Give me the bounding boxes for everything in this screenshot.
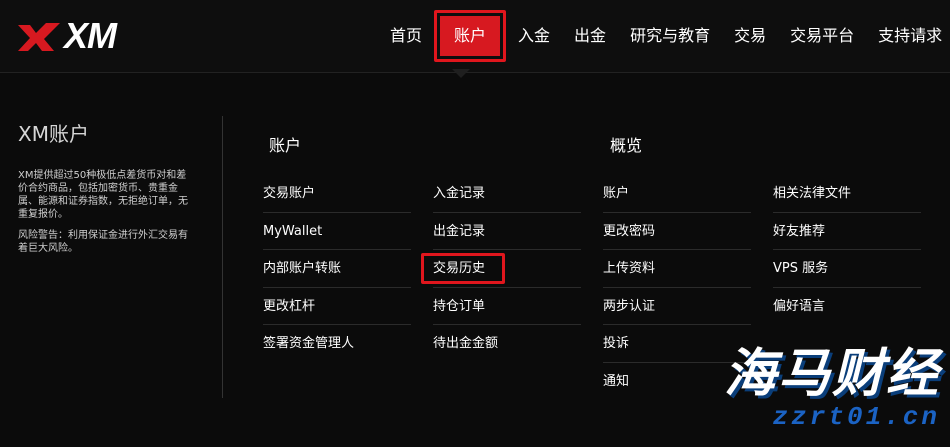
account-menu-col1: 交易账户 MyWallet 内部账户转账 更改杠杆 签署资金管理人 <box>263 175 411 363</box>
risk-warning: 风险警告：利用保证金进行外汇交易有着巨大风险。 <box>18 230 188 254</box>
nav-account[interactable]: 账户 <box>434 10 507 62</box>
menu-withdrawal-history[interactable]: 出金记录 <box>433 213 581 250</box>
menu-two-step-auth[interactable]: 两步认证 <box>603 288 751 325</box>
menu-vps-service[interactable]: VPS 服务 <box>773 250 921 288</box>
xm-logo[interactable]: XM <box>16 15 117 56</box>
menu-upload-documents[interactable]: 上传资料 <box>603 250 751 288</box>
section-heading-account: 账户 <box>269 136 302 155</box>
intro-panel: XM账户 XM提供超过50种极低点差货币对和差价合约商品，包括加密货币、贵重金属… <box>18 118 188 255</box>
menu-trade-history[interactable]: 交易历史 <box>421 250 581 288</box>
header-divider <box>0 72 950 73</box>
intro-description: XM提供超过50种极低点差货币对和差价合约商品，包括加密货币、贵重金属、能源和证… <box>18 170 188 220</box>
nav-withdraw[interactable]: 出金 <box>562 16 618 56</box>
menu-mywallet[interactable]: MyWallet <box>263 213 411 250</box>
watermark-name: 海马财经 <box>723 344 940 404</box>
menu-sign-money-manager[interactable]: 签署资金管理人 <box>263 325 411 363</box>
dropdown-caret-icon <box>452 69 470 78</box>
menu-pending-withdrawals[interactable]: 待出金金额 <box>433 325 581 363</box>
intro-title: XM账户 <box>18 122 89 146</box>
nav-trading[interactable]: 交易 <box>722 16 778 56</box>
menu-preferred-language[interactable]: 偏好语言 <box>773 288 921 326</box>
watermark-url: zzrt01.cn <box>772 402 940 432</box>
menu-trading-account[interactable]: 交易账户 <box>263 175 411 213</box>
logo-text: XM <box>64 15 117 56</box>
menu-accounts[interactable]: 账户 <box>603 175 751 213</box>
section-heading-overview: 概览 <box>610 136 643 155</box>
nav-deposit[interactable]: 入金 <box>506 16 562 56</box>
xm-logo-icon <box>18 23 60 51</box>
account-menu-col2: 入金记录 出金记录 交易历史 持仓订单 待出金金额 <box>421 175 581 363</box>
menu-open-positions[interactable]: 持仓订单 <box>433 288 581 325</box>
menu-change-password[interactable]: 更改密码 <box>603 213 751 250</box>
menu-change-leverage[interactable]: 更改杠杆 <box>263 288 411 325</box>
menu-legal-documents[interactable]: 相关法律文件 <box>773 175 921 213</box>
watermark: 海马财经 zzrt01.cn <box>724 346 940 432</box>
main-nav: 首页 账户 入金 出金 研究与教育 交易 交易平台 支持请求 <box>378 0 950 72</box>
overview-menu-col2: 相关法律文件 好友推荐 VPS 服务 偏好语言 <box>773 175 921 325</box>
nav-home[interactable]: 首页 <box>378 16 434 56</box>
menu-internal-transfer[interactable]: 内部账户转账 <box>263 250 411 288</box>
vertical-divider <box>222 116 223 398</box>
nav-platforms[interactable]: 交易平台 <box>778 16 866 56</box>
nav-support[interactable]: 支持请求 <box>866 16 950 56</box>
menu-refer-friend[interactable]: 好友推荐 <box>773 213 921 250</box>
nav-research[interactable]: 研究与教育 <box>618 16 722 56</box>
top-header: XM 首页 账户 入金 出金 研究与教育 交易 交易平台 支持请求 <box>0 0 950 72</box>
menu-deposit-history[interactable]: 入金记录 <box>433 175 581 213</box>
